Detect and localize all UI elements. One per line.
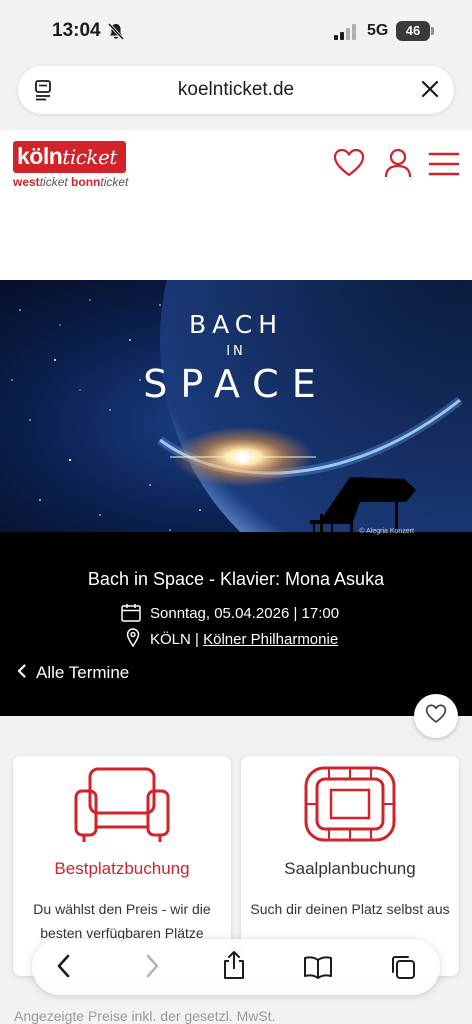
forward-icon[interactable] (144, 953, 160, 984)
venue-link[interactable]: Kölner Philharmonie (203, 631, 338, 648)
hero-title-line2: IN (226, 344, 246, 359)
hero-title-line1: BACH (188, 310, 284, 339)
browser-toolbar (32, 939, 440, 995)
status-time: 13:04 (52, 20, 101, 41)
hero-image: BACH IN SPACE © Alegria Konzert (0, 280, 472, 542)
all-dates-link[interactable]: Alle Termine (17, 663, 129, 683)
all-dates-label: Alle Termine (36, 663, 130, 682)
hall-plan-desc: Such dir deinen Platz selbst aus (250, 901, 450, 917)
logo-sub-bonn: bonn (71, 175, 101, 189)
logo-sub-west: west (13, 175, 40, 189)
armchair-icon (72, 765, 172, 850)
close-icon[interactable] (420, 79, 440, 104)
cell-signal-icon (334, 24, 358, 45)
event-city: KÖLN | (150, 631, 204, 648)
logo-sub-west-ticket: ticket (39, 175, 68, 189)
chevron-left-icon (17, 663, 26, 683)
battery-indicator: 46 (396, 21, 434, 41)
address-bar[interactable]: koelnticket.de (18, 66, 454, 114)
heart-icon[interactable] (333, 148, 365, 183)
best-seat-title: Bestplatzbuchung (54, 859, 190, 878)
favorite-button[interactable] (414, 694, 458, 738)
hall-plan-icon (303, 765, 397, 848)
hero-title-line3: SPACE (143, 362, 329, 406)
logo-main-bold: köln (17, 143, 63, 169)
site-header: kölnticket westticket bonnticket (0, 130, 472, 280)
event-info: Bach in Space - Klavier: Mona Asuka Sonn… (0, 542, 472, 716)
site-logo[interactable]: kölnticket (13, 141, 126, 173)
hall-plan-title: Saalplanbuchung (284, 859, 416, 878)
user-icon[interactable] (384, 148, 412, 183)
logo-subbrands: westticket bonnticket (13, 175, 128, 189)
bell-muted-icon (107, 22, 125, 45)
event-date: Sonntag, 05.04.2026 | 17:00 (150, 605, 340, 622)
image-credit: © Alegria Konzert (359, 528, 414, 535)
best-seat-desc: Du wählst den Preis - wir die besten ver… (33, 901, 211, 941)
network-type: 5G (367, 22, 389, 39)
heart-outline-icon (425, 704, 447, 729)
logo-sub-bonn-ticket: ticket (100, 175, 129, 189)
price-note: Angezeigte Preise inkl. der gesetzl. MwS… (14, 1008, 276, 1024)
share-icon[interactable] (222, 950, 246, 985)
bookmarks-icon[interactable] (303, 955, 333, 984)
logo-main-italic: ticket (62, 145, 117, 169)
url-text[interactable]: koelnticket.de (18, 79, 454, 101)
calendar-icon (121, 603, 141, 627)
menu-icon[interactable] (428, 151, 460, 182)
status-bar: 13:04 5G 46 (0, 0, 472, 62)
tabs-icon[interactable] (390, 954, 416, 985)
back-icon[interactable] (56, 953, 72, 984)
event-location: KÖLN | Kölner Philharmonie (150, 631, 338, 648)
location-pin-icon (126, 628, 140, 652)
event-title: Bach in Space - Klavier: Mona Asuka (87, 569, 385, 589)
